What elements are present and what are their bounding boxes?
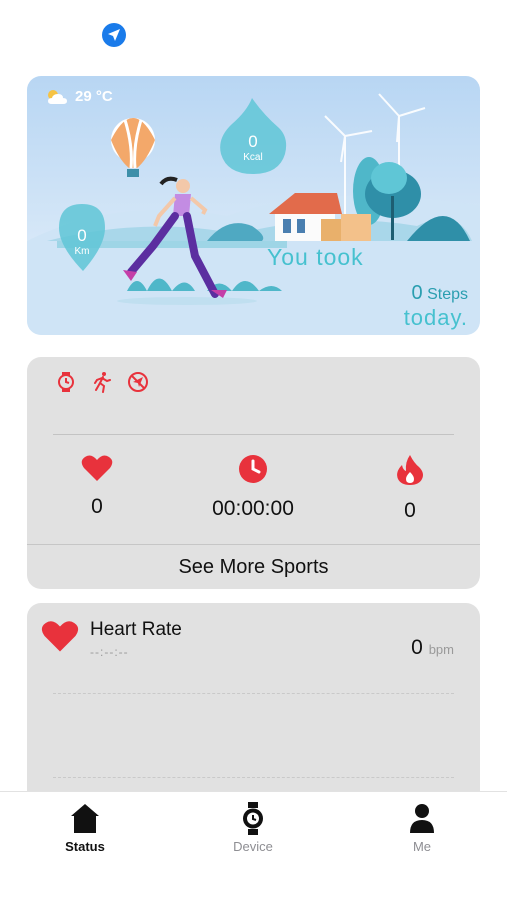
- heart-rate-reading: 0 bpm: [411, 636, 454, 660]
- chart-gridline: [53, 777, 454, 778]
- location-button[interactable]: [102, 23, 126, 47]
- running-icon[interactable]: [91, 371, 113, 393]
- today-text: today.: [403, 305, 468, 330]
- you-took-text: You took: [267, 244, 364, 270]
- home-icon: [71, 804, 99, 833]
- person-icon: [410, 804, 434, 833]
- heart-value: 0: [91, 495, 103, 518]
- heart-rate-title: Heart Rate: [90, 619, 182, 640]
- heart-icon: [81, 455, 113, 481]
- sport-mode-icons: [55, 371, 149, 393]
- chart-gridline: [53, 693, 454, 694]
- watch-icon[interactable]: [55, 371, 77, 393]
- tab-label: Device: [233, 839, 273, 854]
- tab-label: Me: [412, 839, 432, 854]
- smartwatch-icon: [243, 802, 263, 835]
- clock-icon: [239, 455, 267, 483]
- weather-indicator: 29 °C: [45, 88, 113, 105]
- calories-metric-value: 0: [404, 499, 416, 522]
- heart-rate-value: 0: [411, 636, 423, 659]
- heart-rate-time: --:--:--: [90, 645, 129, 659]
- flame-icon: [397, 455, 423, 485]
- distance-bubble: 0 Km: [52, 226, 112, 257]
- tab-status[interactable]: Status: [30, 802, 140, 854]
- tab-bar: Status Device Me: [0, 791, 507, 901]
- steps-summary: 0 Steps: [412, 282, 469, 305]
- see-more-sports-button[interactable]: See More Sports: [27, 544, 480, 590]
- metric-calories: 0: [350, 454, 470, 523]
- tab-label: Status: [65, 839, 105, 854]
- distance-value: 0: [77, 226, 87, 245]
- temperature-text: 29 °C: [75, 88, 113, 105]
- location-arrow-icon: [108, 29, 120, 41]
- heart-icon: [41, 621, 79, 652]
- metric-heart: 0: [37, 454, 157, 519]
- tab-device[interactable]: Device: [198, 802, 308, 854]
- sports-card: 0 00:00:00 0 See More Sports: [27, 357, 480, 589]
- steps-value: 0: [411, 282, 423, 304]
- no-gps-icon[interactable]: [127, 371, 149, 393]
- calories-bubble: 0 Kcal: [223, 132, 283, 163]
- heart-rate-unit: bpm: [428, 642, 454, 657]
- calories-unit: Kcal: [243, 152, 263, 163]
- distance-unit: Km: [74, 246, 90, 257]
- activity-summary-card[interactable]: 29 °C 0 Kcal 0 Km You took 0 Steps today…: [27, 76, 480, 335]
- steps-label: Steps: [427, 286, 468, 303]
- metric-duration: 00:00:00: [193, 454, 313, 521]
- duration-value: 00:00:00: [212, 497, 294, 520]
- calories-value: 0: [248, 132, 258, 151]
- divider: [53, 434, 454, 435]
- partly-sunny-icon: [48, 89, 67, 104]
- tab-me[interactable]: Me: [367, 802, 477, 854]
